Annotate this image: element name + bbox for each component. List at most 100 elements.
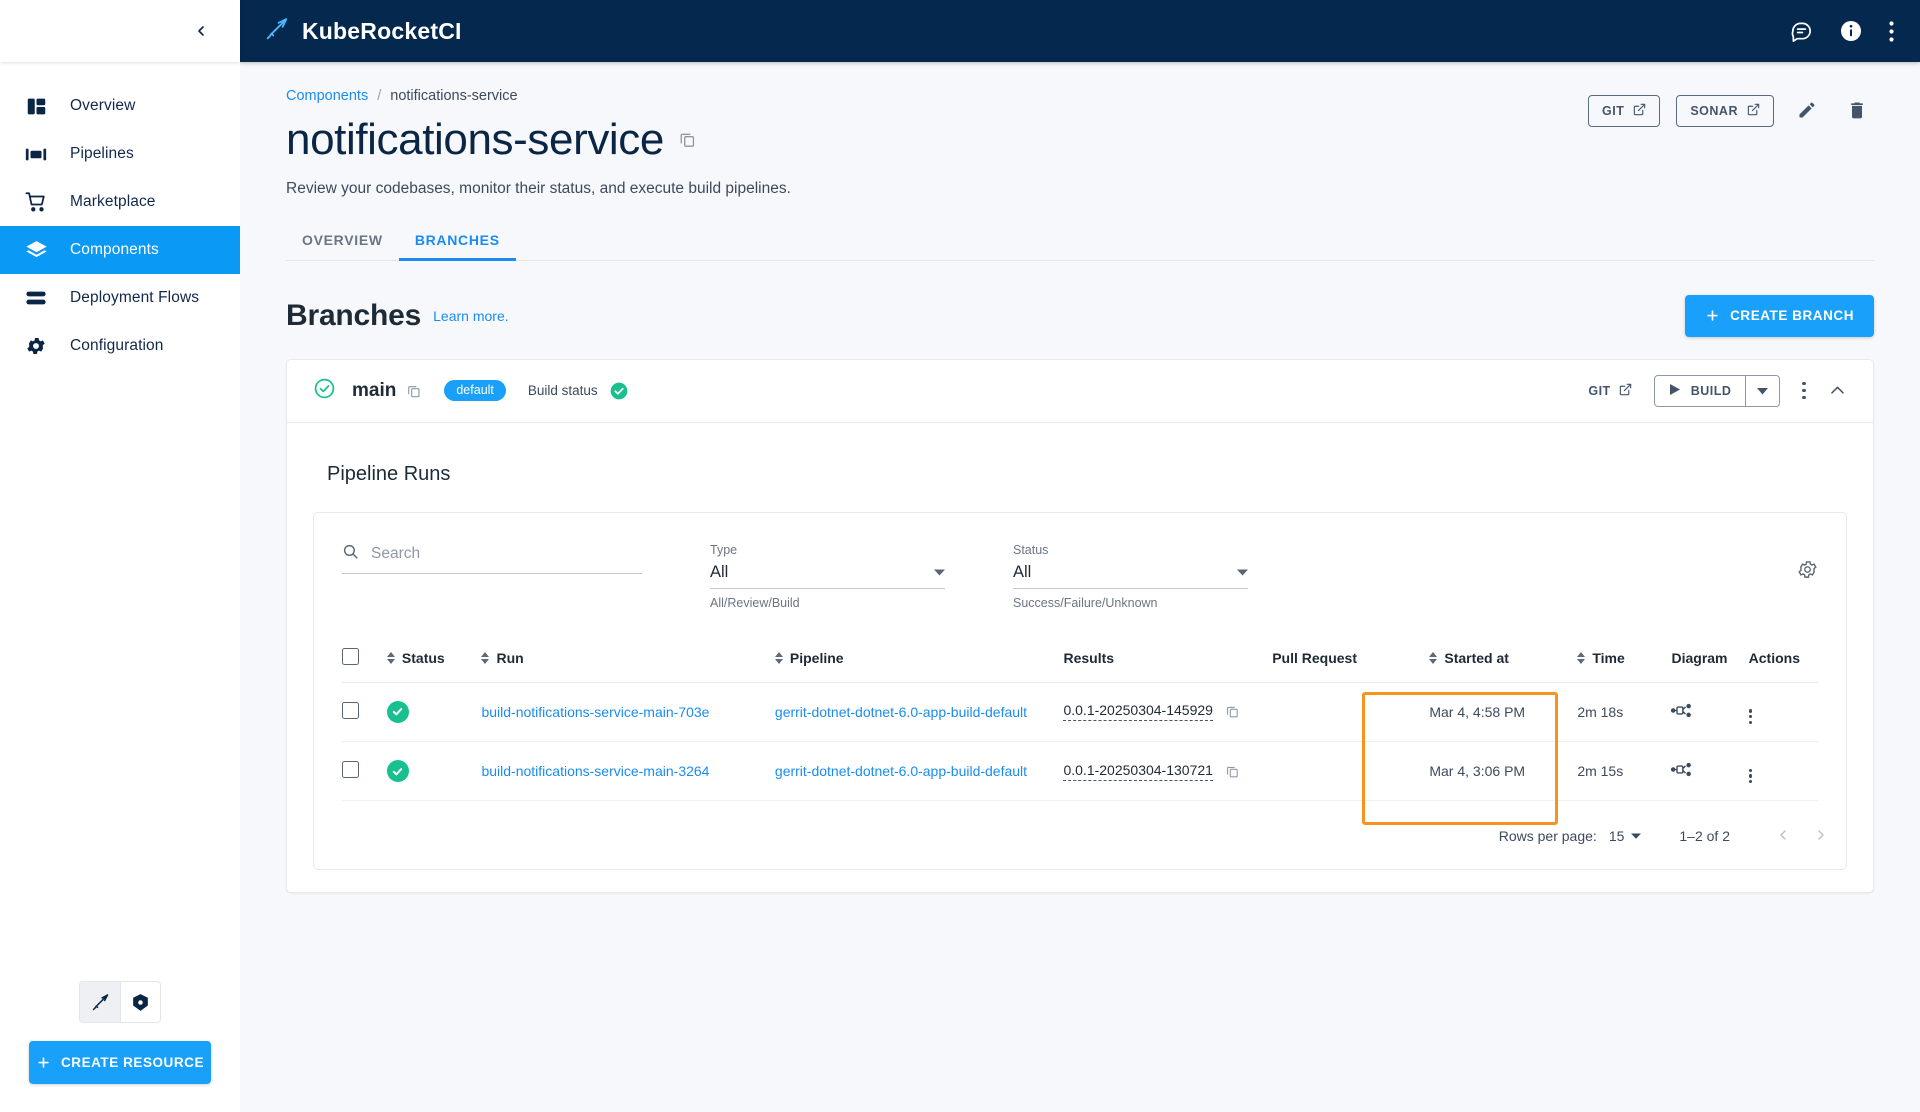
brand[interactable]: KubeRocketCI: [264, 16, 462, 47]
kebab-menu-icon[interactable]: [1889, 20, 1894, 42]
chevron-down-icon: [934, 563, 945, 581]
sidebar-item-marketplace[interactable]: Marketplace: [0, 178, 240, 226]
build-button[interactable]: BUILD: [1655, 376, 1746, 406]
run-link[interactable]: build-notifications-service-main-703e: [481, 704, 709, 720]
chevron-left-icon: [1775, 827, 1791, 846]
row-checkbox[interactable]: [342, 761, 359, 779]
select-all-checkbox[interactable]: [342, 647, 359, 665]
create-resource-button[interactable]: CREATE RESOURCE: [29, 1041, 211, 1084]
row-kebab-menu-icon[interactable]: [1748, 709, 1752, 724]
branch-card: main default Build status GIT BUILD Pipe…: [286, 358, 1874, 894]
tabs: OVERVIEW BRANCHES: [286, 232, 1874, 261]
branch-kebab-menu-icon[interactable]: [1802, 381, 1806, 400]
git-button[interactable]: GIT: [1588, 95, 1661, 127]
edit-button[interactable]: [1790, 94, 1824, 128]
page-header-actions: GIT SONAR: [1588, 94, 1874, 128]
th-status-label: Status: [401, 649, 445, 666]
row-pipeline-cell: gerrit-dotnet-dotnet-6.0-app-build-defau…: [774, 741, 1064, 802]
th-run-label: Run: [496, 649, 524, 666]
th-pipeline: Pipeline: [774, 633, 1064, 683]
branch-header-actions: GIT BUILD: [1588, 374, 1847, 407]
create-branch-label: CREATE BRANCH: [1730, 308, 1854, 324]
pagination-next-button[interactable]: [1802, 817, 1840, 855]
copy-icon[interactable]: [1225, 764, 1240, 779]
breadcrumb-root-link[interactable]: Components: [286, 88, 368, 104]
row-select-cell: [342, 741, 387, 802]
breadcrumb: Components / notifications-service: [286, 88, 1588, 104]
row-actions-cell: [1748, 682, 1818, 742]
table-row: build-notifications-service-main-3264 ge…: [342, 741, 1818, 802]
pipeline-runs-title: Pipeline Runs: [327, 462, 451, 485]
result-value: 0.0.1-20250304-145929: [1063, 702, 1213, 722]
row-checkbox[interactable]: [342, 701, 359, 719]
run-link[interactable]: build-notifications-service-main-3264: [481, 763, 709, 779]
info-icon[interactable]: [1839, 19, 1863, 43]
row-status-cell: [386, 741, 482, 802]
section-header: Branches Learn more. CREATE BRANCH: [286, 294, 1874, 337]
dashboard-icon: [16, 96, 56, 117]
sidebar-item-overview[interactable]: Overview: [0, 82, 240, 130]
status-filter: Status All Success/Failure/Unknown: [1013, 543, 1248, 610]
diagram-icon[interactable]: [1671, 761, 1692, 778]
row-kebab-menu-icon[interactable]: [1748, 768, 1752, 784]
tab-branches[interactable]: BRANCHES: [398, 232, 516, 261]
sidebar-item-components[interactable]: Components: [0, 226, 240, 274]
sidebar-item-label: Configuration: [70, 337, 164, 354]
build-dropdown-toggle[interactable]: [1745, 375, 1779, 406]
page-header-left: Components / notifications-service notif…: [286, 88, 1588, 198]
sonar-button[interactable]: SONAR: [1676, 95, 1774, 127]
diagram-icon[interactable]: [1671, 702, 1692, 719]
row-diagram-cell: [1671, 682, 1749, 742]
create-branch-button[interactable]: CREATE BRANCH: [1685, 294, 1874, 337]
sidebar-collapse-icon[interactable]: [188, 18, 214, 44]
th-started-at: Started at: [1429, 633, 1578, 683]
sidebar-item-label: Overview: [70, 97, 136, 114]
sort-pipeline-icon[interactable]: [774, 651, 783, 664]
page-header: Components / notifications-service notif…: [286, 88, 1874, 198]
pagination-prev-button[interactable]: [1764, 817, 1802, 855]
page-title: notifications-service: [286, 115, 664, 164]
delete-button[interactable]: [1840, 94, 1874, 128]
th-time-label: Time: [1592, 649, 1625, 666]
copy-icon[interactable]: [406, 383, 422, 399]
learn-more-link[interactable]: Learn more.: [433, 308, 508, 324]
layers-icon: [16, 239, 56, 262]
tab-overview[interactable]: OVERVIEW: [286, 232, 399, 260]
git-button-label: GIT: [1602, 104, 1625, 118]
pipeline-link[interactable]: gerrit-dotnet-dotnet-6.0-app-build-defau…: [775, 763, 1027, 779]
sort-run-icon[interactable]: [481, 651, 490, 664]
type-filter-help: All/Review/Build: [710, 595, 800, 610]
th-pull-request: Pull Request: [1272, 633, 1430, 683]
external-link-icon: [1747, 103, 1760, 119]
sidebar-item-pipelines[interactable]: Pipelines: [0, 130, 240, 178]
sort-started-at-icon[interactable]: [1429, 651, 1438, 664]
type-filter-select[interactable]: All: [710, 563, 945, 589]
type-filter-label: Type: [710, 542, 738, 557]
status-filter-select[interactable]: All: [1013, 563, 1248, 589]
row-status-cell: [386, 682, 482, 742]
chat-icon[interactable]: [1790, 20, 1813, 43]
krci-icon[interactable]: [80, 982, 120, 1022]
rows-per-page-select[interactable]: 15: [1609, 828, 1642, 844]
row-started-at-cell: Mar 4, 4:58 PM: [1429, 682, 1578, 742]
search-icon: [342, 543, 359, 565]
row-run-cell: build-notifications-service-main-703e: [481, 682, 775, 742]
sidebar-item-configuration[interactable]: Configuration: [0, 322, 240, 370]
check-circle-filled-icon: [609, 381, 629, 401]
kubernetes-icon[interactable]: [120, 982, 160, 1022]
sort-status-icon[interactable]: [386, 651, 395, 664]
sidebar-item-deployment-flows[interactable]: Deployment Flows: [0, 274, 240, 322]
external-link-icon: [1633, 103, 1646, 119]
copy-icon[interactable]: [1225, 704, 1240, 719]
branch-git-link[interactable]: GIT: [1588, 383, 1631, 399]
topbar-actions: [1790, 19, 1894, 43]
pipeline-link[interactable]: gerrit-dotnet-dotnet-6.0-app-build-defau…: [775, 704, 1027, 720]
rows-per-page-label: Rows per page:: [1498, 828, 1597, 845]
branch-collapse-icon[interactable]: [1828, 381, 1847, 400]
sort-time-icon[interactable]: [1577, 651, 1586, 664]
copy-icon[interactable]: [678, 130, 697, 149]
table-settings-button[interactable]: [1797, 559, 1818, 583]
external-link-icon: [1619, 383, 1632, 399]
breadcrumb-current: notifications-service: [390, 88, 518, 104]
search-input[interactable]: [371, 544, 642, 563]
